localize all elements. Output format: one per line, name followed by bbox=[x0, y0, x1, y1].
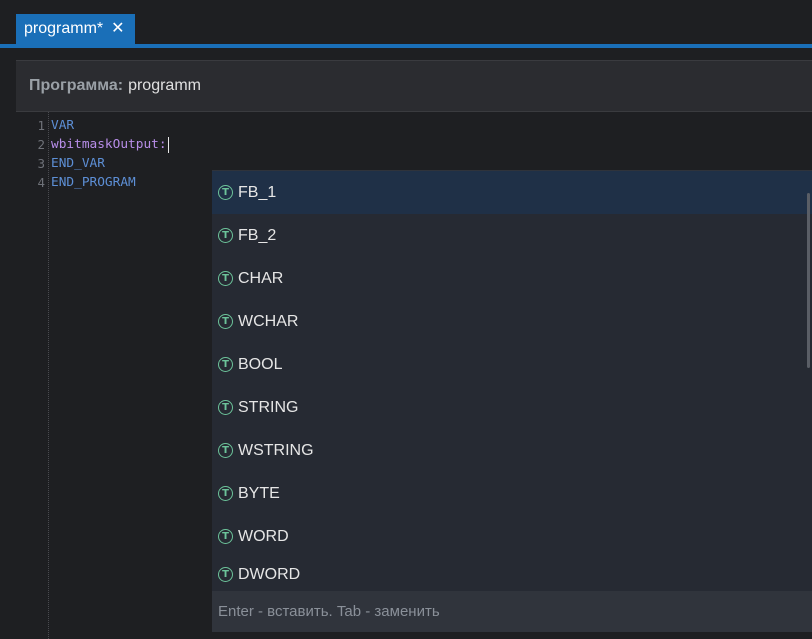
type-icon: T bbox=[218, 443, 233, 458]
code-line[interactable]: END_VAR bbox=[51, 154, 105, 173]
suggestion-label: DWORD bbox=[238, 565, 301, 583]
close-icon[interactable]: ✕ bbox=[111, 21, 124, 37]
type-icon: T bbox=[218, 228, 233, 243]
gutter-divider bbox=[48, 112, 50, 639]
text-cursor bbox=[167, 136, 169, 153]
type-icon: T bbox=[218, 529, 233, 544]
autocomplete-popup: T FB_1 T FB_2 T CHAR T WCHAR T BOOL T ST… bbox=[212, 170, 812, 632]
suggestion-scrollbar[interactable] bbox=[807, 193, 810, 368]
program-name: programm bbox=[128, 77, 201, 94]
type-icon: T bbox=[218, 567, 233, 582]
suggestion-label: CHAR bbox=[238, 269, 284, 287]
type-icon: T bbox=[218, 271, 233, 286]
code-line[interactable]: VAR bbox=[51, 116, 74, 135]
suggestion-item[interactable]: T FB_1 bbox=[212, 171, 812, 214]
suggestion-item[interactable]: T WSTRING bbox=[212, 429, 812, 472]
tab-bar-underline bbox=[0, 44, 812, 48]
program-header: Программа: programm bbox=[16, 60, 812, 112]
suggestion-item[interactable]: T WORD bbox=[212, 515, 812, 558]
suggestion-hint: Enter - вставить. Tab - заменить bbox=[212, 591, 812, 632]
code-line-active[interactable]: wbitmaskOutput: bbox=[51, 135, 169, 154]
type-icon: T bbox=[218, 357, 233, 372]
suggestion-label: WCHAR bbox=[238, 312, 299, 330]
suggestion-label: STRING bbox=[238, 398, 299, 416]
line-number: 3 bbox=[37, 156, 45, 171]
suggestion-item[interactable]: T FB_2 bbox=[212, 214, 812, 257]
suggestion-item[interactable]: T WCHAR bbox=[212, 300, 812, 343]
suggestion-label: WORD bbox=[238, 527, 289, 545]
program-label: Программа: bbox=[29, 77, 124, 94]
tab-label: programm* bbox=[24, 20, 104, 37]
line-number: 1 bbox=[37, 118, 45, 133]
suggestion-label: FB_2 bbox=[238, 226, 277, 244]
type-icon: T bbox=[218, 486, 233, 501]
tab-bar: programm* ✕ bbox=[0, 0, 812, 50]
type-icon: T bbox=[218, 400, 233, 415]
suggestion-label: WSTRING bbox=[238, 441, 314, 459]
code-text: wbitmaskOutput: bbox=[51, 137, 167, 152]
type-icon: T bbox=[218, 185, 233, 200]
suggestion-item[interactable]: T BYTE bbox=[212, 472, 812, 515]
suggestion-item[interactable]: T CHAR bbox=[212, 257, 812, 300]
suggestion-item[interactable]: T STRING bbox=[212, 386, 812, 429]
suggestion-label: BYTE bbox=[238, 484, 280, 502]
code-line[interactable]: END_PROGRAM bbox=[51, 173, 136, 192]
suggestion-item[interactable]: T DWORD bbox=[212, 558, 812, 591]
suggestion-item[interactable]: T BOOL bbox=[212, 343, 812, 386]
type-icon: T bbox=[218, 314, 233, 329]
suggestion-label: FB_1 bbox=[238, 183, 277, 201]
line-number: 2 bbox=[37, 137, 45, 152]
tab-programm[interactable]: programm* ✕ bbox=[16, 14, 135, 44]
line-number-gutter: 1 2 3 4 bbox=[16, 112, 45, 639]
suggestion-label: BOOL bbox=[238, 355, 283, 373]
line-number: 4 bbox=[37, 175, 45, 190]
